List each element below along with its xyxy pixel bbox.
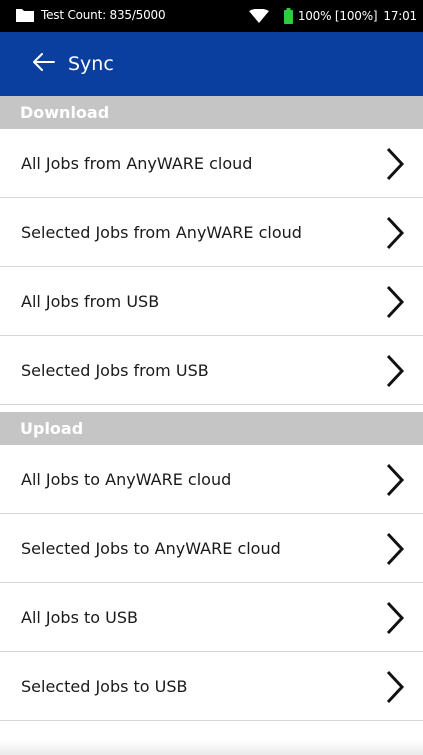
list-item-label: All Jobs to AnyWARE cloud (21, 469, 232, 489)
list-item-label: All Jobs to USB (21, 607, 138, 627)
list-item-label: Selected Jobs from AnyWARE cloud (21, 222, 302, 242)
chevron-right-icon (385, 532, 405, 566)
list-item-download-all-cloud[interactable]: All Jobs from AnyWARE cloud (0, 129, 423, 198)
chevron-right-icon (385, 463, 405, 497)
list-item-download-all-usb[interactable]: All Jobs from USB (0, 267, 423, 336)
list-item-upload-all-usb[interactable]: All Jobs to USB (0, 583, 423, 652)
folder-icon (16, 8, 34, 22)
status-left: Test Count: 835/5000 (16, 8, 166, 22)
back-button[interactable] (30, 50, 58, 78)
arrow-left-icon (33, 53, 55, 75)
status-right: 100% [100%] 17:01 (248, 8, 417, 24)
bottom-edge (0, 741, 423, 755)
status-bar: Test Count: 835/5000 100% [100%] 17:01 (0, 0, 423, 32)
chevron-right-icon (385, 601, 405, 635)
battery-text: 100% [100%] (297, 9, 378, 23)
chevron-right-icon (385, 147, 405, 181)
wifi-icon (248, 8, 270, 23)
list-item-label: Selected Jobs to AnyWARE cloud (21, 538, 281, 558)
list-item-label: All Jobs from AnyWARE cloud (21, 153, 253, 173)
chevron-right-icon (385, 216, 405, 250)
battery-icon (283, 8, 293, 24)
test-count-text: Test Count: 835/5000 (41, 8, 166, 22)
list-item-label: All Jobs from USB (21, 291, 160, 311)
list-item-upload-selected-usb[interactable]: Selected Jobs to USB (0, 652, 423, 721)
clock-text: 17:01 (383, 9, 417, 23)
list-item-upload-selected-cloud[interactable]: Selected Jobs to AnyWARE cloud (0, 514, 423, 583)
chevron-right-icon (385, 670, 405, 704)
list-item-download-selected-usb[interactable]: Selected Jobs from USB (0, 336, 423, 405)
list-item-upload-all-cloud[interactable]: All Jobs to AnyWARE cloud (0, 445, 423, 514)
section-header-upload: Upload (0, 412, 423, 445)
list-item-download-selected-cloud[interactable]: Selected Jobs from AnyWARE cloud (0, 198, 423, 267)
chevron-right-icon (385, 354, 405, 388)
app-header: Sync (0, 32, 423, 96)
list-item-label: Selected Jobs to USB (21, 676, 188, 696)
section-header-download: Download (0, 96, 423, 129)
page-title: Sync (68, 53, 114, 75)
list-item-label: Selected Jobs from USB (21, 360, 209, 380)
chevron-right-icon (385, 285, 405, 319)
